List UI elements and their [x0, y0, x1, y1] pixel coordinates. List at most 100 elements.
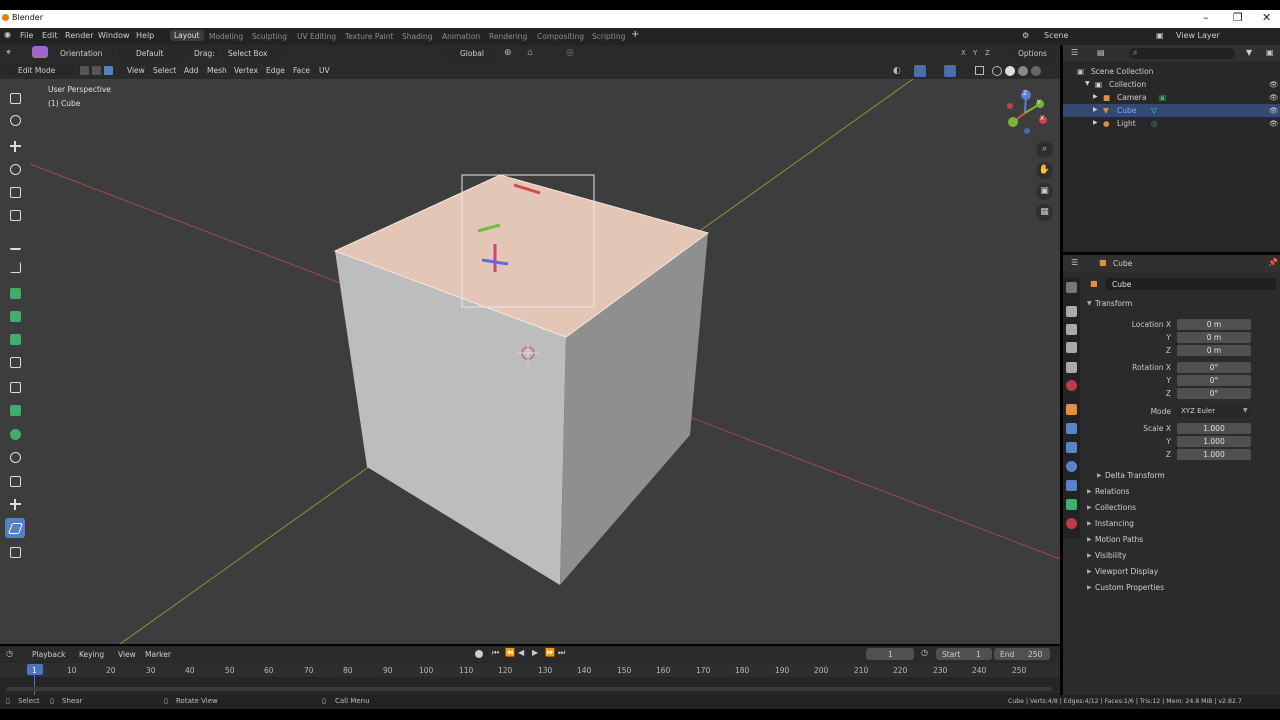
outliner-editor-icon[interactable]: ☰: [1071, 48, 1078, 57]
preview-range-icon[interactable]: ◷: [921, 648, 928, 657]
tab-animation[interactable]: Animation: [442, 32, 480, 41]
menu-file[interactable]: File: [20, 31, 33, 40]
motion-paths-expand-icon[interactable]: ▶: [1087, 536, 1092, 543]
rip-region-tool-icon[interactable]: [5, 542, 25, 562]
menu-window[interactable]: Window: [98, 31, 130, 40]
edge-select-icon[interactable]: [92, 66, 101, 75]
eye-icon[interactable]: 👁: [1269, 80, 1279, 89]
viewport-menu-uv[interactable]: UV: [319, 66, 330, 75]
next-keyframe-icon[interactable]: ⏩: [545, 648, 555, 657]
outliner-scene-collection[interactable]: ▣ Scene Collection: [1063, 65, 1280, 78]
properties-editor-icon[interactable]: ☰: [1071, 258, 1078, 267]
outliner-item-light[interactable]: ▶ ● Light ◎ 👁: [1063, 117, 1280, 130]
snap-icon[interactable]: ⌂: [527, 48, 533, 58]
menu-edit[interactable]: Edit: [42, 31, 58, 40]
object-tab-icon[interactable]: [1066, 404, 1077, 415]
modifier-tab-icon[interactable]: [1066, 423, 1077, 434]
viewport-menu-vertex[interactable]: Vertex: [234, 66, 258, 75]
data-tab-icon[interactable]: [1066, 499, 1077, 510]
mirror-y-toggle[interactable]: Y: [973, 49, 977, 57]
jump-start-icon[interactable]: ⏮: [492, 648, 499, 658]
mode-dropdown[interactable]: Edit Mode: [4, 64, 74, 76]
timeline-menu-keying[interactable]: Keying: [79, 650, 104, 659]
edge-slide-tool-icon[interactable]: [5, 471, 25, 491]
smooth-tool-icon[interactable]: [5, 447, 25, 467]
annotate-tool-icon[interactable]: [5, 234, 25, 254]
options-dropdown[interactable]: Options: [1012, 47, 1056, 59]
shading-wireframe-icon[interactable]: [992, 66, 1002, 76]
outliner-filter-icon[interactable]: ▼: [1246, 48, 1252, 57]
tab-uv-editing[interactable]: UV Editing: [297, 32, 336, 41]
pan-hand-icon[interactable]: ✋: [1036, 162, 1053, 179]
rotate-tool-icon[interactable]: [5, 159, 25, 179]
face-select-icon[interactable]: [104, 66, 113, 75]
outliner-item-camera[interactable]: ▶ ■ Camera ▣ 👁: [1063, 91, 1280, 104]
proportional-edit-icon[interactable]: ◎: [566, 48, 574, 58]
viewport-menu-face[interactable]: Face: [293, 66, 310, 75]
drag-dropdown[interactable]: Select Box: [222, 47, 284, 59]
vertex-select-icon[interactable]: [80, 66, 89, 75]
outliner-item-collection[interactable]: ▼ ▣ Collection 👁: [1063, 78, 1280, 91]
end-frame-field[interactable]: End 250: [994, 648, 1050, 660]
active-tool-icon[interactable]: [32, 46, 48, 58]
collections-section[interactable]: Collections: [1095, 503, 1136, 512]
outliner-display-mode-icon[interactable]: ▤: [1097, 48, 1105, 57]
play-reverse-icon[interactable]: ◀: [518, 648, 524, 657]
current-frame-field[interactable]: 1: [866, 648, 914, 660]
record-icon[interactable]: [475, 650, 483, 658]
render-tab-icon[interactable]: [1066, 306, 1077, 317]
transform-orientation-dropdown[interactable]: Global: [444, 47, 496, 59]
poly-build-tool-icon[interactable]: [5, 400, 25, 420]
custom-properties-expand-icon[interactable]: ▶: [1087, 584, 1092, 591]
maximize-icon[interactable]: ❐: [1233, 11, 1243, 24]
tab-sculpting[interactable]: Sculpting: [252, 32, 287, 41]
collections-expand-icon[interactable]: ▶: [1087, 504, 1092, 511]
overlay-toggle-icon[interactable]: [944, 65, 956, 77]
tab-layout[interactable]: Layout: [170, 30, 204, 41]
viewport-menu-add[interactable]: Add: [184, 66, 199, 75]
delta-transform-expand-icon[interactable]: ▶: [1097, 472, 1102, 479]
timeline-scrollbar[interactable]: [6, 687, 1052, 691]
world-tab-icon[interactable]: [1066, 380, 1077, 391]
rotation-x-field[interactable]: 0°: [1177, 362, 1251, 373]
close-icon[interactable]: ✕: [1262, 11, 1271, 24]
shrink-fatten-tool-icon[interactable]: [5, 494, 25, 514]
transform-section-title[interactable]: Transform: [1095, 299, 1132, 308]
instancing-expand-icon[interactable]: ▶: [1087, 520, 1092, 527]
minimize-icon[interactable]: –: [1203, 11, 1209, 24]
eye-icon[interactable]: 👁: [1269, 106, 1279, 115]
ortho-toggle-icon[interactable]: ▦: [1036, 204, 1053, 221]
spin-tool-icon[interactable]: [5, 424, 25, 444]
viewport-display-section[interactable]: Viewport Display: [1095, 567, 1158, 576]
view-layer-name[interactable]: View Layer: [1176, 31, 1220, 40]
viewport-menu-edge[interactable]: Edge: [266, 66, 285, 75]
mirror-x-toggle[interactable]: X: [961, 49, 966, 57]
outliner-item-cube[interactable]: ▶ ▼ Cube ▽ 👁: [1063, 104, 1280, 117]
tab-compositing[interactable]: Compositing: [537, 32, 584, 41]
visibility-section[interactable]: Visibility: [1095, 551, 1126, 560]
tab-scripting[interactable]: Scripting: [592, 32, 625, 41]
inset-tool-icon[interactable]: [5, 306, 25, 326]
viewport-menu-select[interactable]: Select: [153, 66, 176, 75]
particles-tab-icon[interactable]: [1066, 442, 1077, 453]
add-workspace-icon[interactable]: +: [631, 29, 639, 40]
motion-paths-section[interactable]: Motion Paths: [1095, 535, 1143, 544]
scene-name[interactable]: Scene: [1044, 31, 1068, 40]
rotation-mode-dropdown[interactable]: XYZ Euler ▼: [1177, 406, 1251, 417]
tool-tab-icon[interactable]: [1066, 282, 1077, 293]
tab-shading[interactable]: Shading: [402, 32, 432, 41]
scene-tab-icon[interactable]: [1066, 362, 1077, 373]
transform-tool-icon[interactable]: [5, 205, 25, 225]
custom-properties-section[interactable]: Custom Properties: [1095, 583, 1164, 592]
blender-menu-icon[interactable]: ◉: [4, 30, 11, 39]
constraints-tab-icon[interactable]: [1066, 480, 1077, 491]
shear-tool-icon[interactable]: [5, 518, 25, 538]
instancing-section[interactable]: Instancing: [1095, 519, 1134, 528]
extrude-tool-icon[interactable]: [5, 283, 25, 303]
physics-tab-icon[interactable]: [1066, 461, 1077, 472]
relations-section[interactable]: Relations: [1095, 487, 1129, 496]
3d-viewport[interactable]: User Perspective (1) Cube Z Y X ⌕ ✋ ▣ ▦: [0, 79, 1060, 644]
material-tab-icon[interactable]: [1066, 518, 1077, 529]
view-layer-tab-icon[interactable]: [1066, 342, 1077, 353]
rotation-z-field[interactable]: 0°: [1177, 388, 1251, 399]
